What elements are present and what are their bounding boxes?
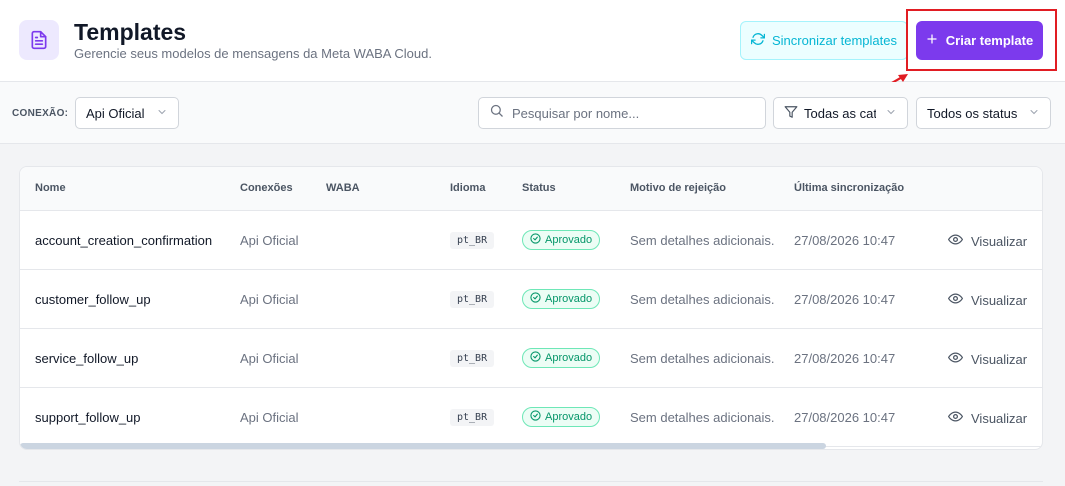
template-connection: Api Oficial — [240, 410, 299, 425]
template-name: account_creation_confirmation — [35, 233, 213, 248]
chevron-down-icon — [1028, 106, 1040, 121]
view-template-button[interactable]: Visualizar — [948, 232, 1027, 250]
last-sync-date: 27/08/2026 10:47 — [794, 410, 896, 425]
connection-select[interactable]: Api Oficial — [75, 97, 179, 129]
view-template-button[interactable]: Visualizar — [948, 409, 1027, 427]
status-select[interactable]: Todos os status — [916, 97, 1051, 129]
rejection-reason: Sem detalhes adicionais. — [630, 292, 775, 307]
column-header-waba: WABA — [326, 182, 360, 194]
status-select-value: Todos os status — [927, 105, 1018, 121]
column-header-connections: Conexões — [240, 182, 293, 194]
view-template-button[interactable]: Visualizar — [948, 350, 1027, 368]
category-select[interactable]: Todas as categorias — [773, 97, 908, 129]
table-header: Nome Conexões WABA Idioma Status Motivo … — [20, 167, 1042, 211]
status-badge: Aprovado — [522, 348, 601, 368]
last-sync-date: 27/08/2026 10:47 — [794, 351, 896, 366]
table-row: account_creation_confirmation Api Oficia… — [20, 211, 1042, 270]
status-label: Aprovado — [545, 293, 593, 305]
table-row: support_follow_up Api Oficial pt_BR Apro… — [20, 388, 1042, 447]
column-header-rejection-reason: Motivo de rejeição — [630, 182, 726, 194]
check-circle-icon — [530, 351, 541, 365]
eye-icon — [948, 350, 963, 368]
template-name: support_follow_up — [35, 410, 141, 425]
table-row: service_follow_up Api Oficial pt_BR Apro… — [20, 329, 1042, 388]
status-label: Aprovado — [545, 234, 593, 246]
page-title: Templates — [74, 19, 187, 45]
check-circle-icon — [530, 410, 541, 424]
status-badge: Aprovado — [522, 289, 601, 309]
last-sync-date: 27/08/2026 10:47 — [794, 292, 896, 307]
horizontal-scrollbar[interactable] — [20, 443, 826, 449]
view-template-label: Visualizar — [971, 233, 1028, 249]
status-label: Aprovado — [545, 352, 593, 364]
refresh-icon — [750, 32, 766, 49]
filter-icon — [784, 105, 798, 122]
highlight-annotation-box — [906, 9, 1057, 71]
column-header-status: Status — [522, 182, 556, 194]
column-header-language: Idioma — [450, 182, 486, 194]
check-circle-icon — [530, 233, 541, 247]
sync-templates-label: Sincronizar templates — [772, 33, 897, 48]
search-field[interactable] — [478, 97, 766, 129]
sync-templates-button[interactable]: Sincronizar templates — [740, 21, 908, 60]
template-connection: Api Oficial — [240, 292, 299, 307]
column-header-name: Nome — [35, 182, 66, 194]
divider — [19, 481, 1043, 482]
template-connection: Api Oficial — [240, 351, 299, 366]
chevron-down-icon — [156, 106, 168, 121]
table-row: customer_follow_up Api Oficial pt_BR Apr… — [20, 270, 1042, 329]
status-label: Aprovado — [545, 411, 593, 423]
status-badge: Aprovado — [522, 407, 601, 427]
language-badge: pt_BR — [450, 232, 495, 249]
templates-table: Nome Conexões WABA Idioma Status Motivo … — [19, 166, 1043, 450]
check-circle-icon — [530, 292, 541, 306]
rejection-reason: Sem detalhes adicionais. — [630, 410, 775, 425]
category-select-value: Todas as categorias — [804, 105, 876, 121]
rejection-reason: Sem detalhes adicionais. — [630, 233, 775, 248]
eye-icon — [948, 409, 963, 427]
search-input[interactable] — [512, 105, 752, 121]
template-name: customer_follow_up — [35, 292, 151, 307]
search-icon — [489, 103, 504, 123]
view-template-label: Visualizar — [971, 292, 1028, 308]
column-header-last-sync: Última sincronização — [794, 182, 905, 194]
view-template-label: Visualizar — [971, 410, 1028, 426]
language-badge: pt_BR — [450, 291, 495, 308]
document-icon — [19, 20, 59, 60]
page-subtitle: Gerencie seus modelos de mensagens da Me… — [74, 46, 432, 61]
rejection-reason: Sem detalhes adicionais. — [630, 351, 775, 366]
template-connection: Api Oficial — [240, 233, 299, 248]
eye-icon — [948, 291, 963, 309]
view-template-label: Visualizar — [971, 351, 1028, 367]
connection-select-value: Api Oficial — [86, 105, 145, 121]
chevron-down-icon — [885, 106, 897, 121]
connection-filter-label: CONEXÃO: — [12, 108, 69, 119]
last-sync-date: 27/08/2026 10:47 — [794, 233, 896, 248]
template-name: service_follow_up — [35, 351, 139, 366]
language-badge: pt_BR — [450, 409, 495, 426]
view-template-button[interactable]: Visualizar — [948, 291, 1027, 309]
eye-icon — [948, 232, 963, 250]
status-badge: Aprovado — [522, 230, 601, 250]
language-badge: pt_BR — [450, 350, 495, 367]
